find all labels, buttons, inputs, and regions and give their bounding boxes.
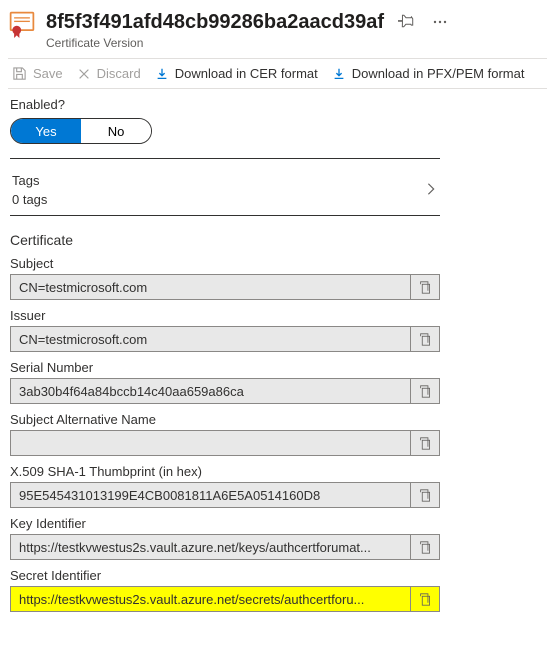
serial-field [10,378,440,404]
divider [10,158,440,159]
san-input[interactable] [10,430,410,456]
divider [10,215,440,216]
certificate-heading: Certificate [10,232,446,248]
san-label: Subject Alternative Name [10,412,446,427]
tags-label: Tags [12,173,47,188]
content: Enabled? Yes No Tags 0 tags Certificate … [8,89,448,612]
more-icon [432,14,448,30]
certificate-icon [8,10,36,38]
download-icon [332,67,346,81]
download-pfx-label: Download in PFX/PEM format [352,66,525,81]
copy-icon [419,437,432,450]
copy-icon [419,333,432,346]
download-pfx-button[interactable]: Download in PFX/PEM format [332,66,525,81]
secret-id-input[interactable] [10,586,410,612]
secret-id-label: Secret Identifier [10,568,446,583]
download-cer-button[interactable]: Download in CER format [155,66,318,81]
enabled-yes[interactable]: Yes [11,118,81,144]
discard-label: Discard [97,66,141,81]
copy-icon [419,593,432,606]
copy-button[interactable] [410,378,440,404]
enabled-no[interactable]: No [81,118,151,144]
copy-icon [419,281,432,294]
copy-icon [419,385,432,398]
copy-button[interactable] [410,326,440,352]
more-button[interactable] [428,10,452,34]
enabled-label: Enabled? [10,97,446,112]
secret-id-field [10,586,440,612]
pin-icon [398,14,414,30]
thumbprint-input[interactable] [10,482,410,508]
pin-button[interactable] [394,10,418,34]
copy-button[interactable] [410,586,440,612]
save-icon [12,66,27,81]
copy-icon [419,489,432,502]
issuer-input[interactable] [10,326,410,352]
subject-field [10,274,440,300]
header: 8f5f3f491afd48cb99286ba2aacd39af Certifi… [8,6,547,58]
chevron-right-icon [424,182,438,199]
tags-row[interactable]: Tags 0 tags [10,163,440,211]
copy-button[interactable] [410,534,440,560]
page-subtitle: Certificate Version [46,36,547,50]
copy-icon [419,541,432,554]
serial-input[interactable] [10,378,410,404]
serial-label: Serial Number [10,360,446,375]
key-id-input[interactable] [10,534,410,560]
copy-button[interactable] [410,430,440,456]
copy-button[interactable] [410,274,440,300]
tags-count: 0 tags [12,192,47,207]
issuer-field [10,326,440,352]
save-button[interactable]: Save [12,66,63,81]
thumbprint-field [10,482,440,508]
subject-input[interactable] [10,274,410,300]
save-label: Save [33,66,63,81]
download-icon [155,67,169,81]
key-id-field [10,534,440,560]
issuer-label: Issuer [10,308,446,323]
copy-button[interactable] [410,482,440,508]
san-field [10,430,440,456]
toolbar: Save Discard Download in CER format Down… [8,58,547,89]
download-cer-label: Download in CER format [175,66,318,81]
discard-button[interactable]: Discard [77,66,141,81]
discard-icon [77,67,91,81]
thumbprint-label: X.509 SHA-1 Thumbprint (in hex) [10,464,446,479]
subject-label: Subject [10,256,446,271]
key-id-label: Key Identifier [10,516,446,531]
page-title: 8f5f3f491afd48cb99286ba2aacd39af [46,11,384,34]
enabled-toggle[interactable]: Yes No [10,118,152,144]
